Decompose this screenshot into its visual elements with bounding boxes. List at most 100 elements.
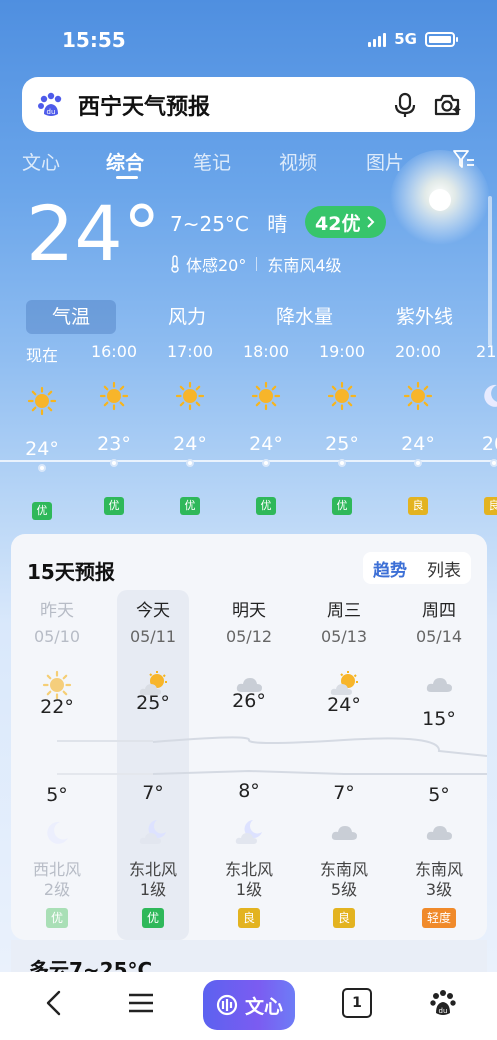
wind-level: 1级 bbox=[235, 880, 263, 899]
wenxin-button[interactable]: 文心 bbox=[203, 980, 295, 1030]
wind-level: 5级 bbox=[330, 880, 358, 899]
menu-icon[interactable] bbox=[126, 988, 156, 1018]
tab-count: 1 bbox=[342, 988, 372, 1018]
day-aqi-badge: 良 bbox=[237, 908, 261, 928]
thermometer-icon bbox=[171, 255, 179, 273]
bottom-navigation: 文心 1 du bbox=[0, 972, 497, 1040]
aqi-badge[interactable]: 42优 bbox=[305, 206, 387, 238]
moon-cloud-icon bbox=[113, 818, 193, 848]
day-header: 明天 05/12 bbox=[209, 596, 289, 700]
status-indicators: 5G bbox=[368, 30, 458, 48]
hourly-item: 17:00 24° 优 bbox=[160, 342, 220, 515]
cloud-icon bbox=[399, 818, 479, 848]
back-icon[interactable] bbox=[40, 988, 70, 1018]
temperature-range: 7~25°C bbox=[170, 212, 249, 236]
hourly-item: 18:00 24° 优 bbox=[236, 342, 296, 515]
sun-icon bbox=[99, 381, 129, 411]
microphone-icon[interactable] bbox=[391, 91, 419, 119]
sun-icon bbox=[251, 381, 281, 411]
hour-temperature: 24° bbox=[401, 433, 435, 455]
hourly-forecast[interactable]: 现在 24° 优 16:00 23° 优 17:00 24° 优 18:00 2… bbox=[0, 342, 497, 522]
day-header: 今天 05/11 bbox=[113, 596, 193, 700]
hour-point bbox=[338, 459, 346, 467]
baidu-home-icon[interactable]: du bbox=[428, 988, 458, 1018]
tab-all[interactable]: 综合 bbox=[106, 148, 144, 175]
day-wind: 西北风 2级 bbox=[17, 860, 97, 900]
day-header: 周三 05/13 bbox=[304, 596, 384, 700]
tabs-button[interactable]: 1 bbox=[342, 988, 372, 1018]
search-box[interactable]: du 西宁天气预报 bbox=[22, 77, 475, 132]
network-type: 5G bbox=[394, 30, 417, 48]
metric-tab-temperature[interactable]: 气温 bbox=[26, 300, 116, 334]
feels-like-row: 体感20° 东南风4级 bbox=[170, 252, 342, 276]
day-name: 明天 bbox=[232, 601, 266, 621]
wind-level: 1级 bbox=[139, 880, 167, 899]
chevron-right-icon bbox=[367, 216, 375, 228]
tab-notes[interactable]: 笔记 bbox=[193, 148, 231, 175]
status-bar: 15:55 5G bbox=[0, 0, 497, 70]
wind-direction: 东南风 bbox=[319, 860, 368, 879]
wind-level: 2级 bbox=[43, 880, 71, 899]
day-low-temp: 8° bbox=[238, 780, 260, 802]
day-name: 周三 bbox=[327, 601, 361, 621]
signal-icon bbox=[368, 31, 387, 47]
hour-aqi-badge: 优 bbox=[256, 497, 276, 515]
day-aqi-badge: 优 bbox=[141, 908, 165, 928]
day-low-temp: 7° bbox=[142, 782, 164, 804]
camera-search-icon[interactable] bbox=[433, 91, 461, 119]
sun-icon bbox=[175, 381, 205, 411]
cloud-icon bbox=[423, 670, 455, 700]
hour-time: 20:00 bbox=[394, 342, 442, 361]
hour-point bbox=[110, 459, 118, 467]
day-date: 05/14 bbox=[415, 627, 463, 646]
search-query[interactable]: 西宁天气预报 bbox=[78, 89, 377, 121]
hour-time: 现在 bbox=[25, 346, 58, 365]
wind-direction: 西北风 bbox=[32, 860, 81, 879]
hour-aqi-badge: 良 bbox=[484, 497, 497, 515]
wenxin-logo-icon bbox=[216, 994, 238, 1016]
forecast-card: 15天预报 趋势 列表 昨天 05/10 22° 5° 西北风 2级 优 今天 … bbox=[11, 534, 487, 940]
metric-tab-precipitation[interactable]: 降水量 bbox=[276, 300, 333, 334]
day-wind: 东北风 1级 bbox=[113, 860, 193, 900]
feels-like: 体感20° bbox=[186, 256, 247, 275]
day-low-temp: 5° bbox=[46, 784, 68, 806]
hour-time: 18:00 bbox=[242, 342, 290, 361]
sun-icon bbox=[27, 386, 57, 416]
day-wind: 东北风 1级 bbox=[209, 860, 289, 900]
metric-tab-wind[interactable]: 风力 bbox=[168, 300, 206, 334]
hourly-item: 20:00 24° 良 bbox=[388, 342, 448, 515]
hourly-item: 19:00 25° 优 bbox=[312, 342, 372, 515]
wind-level: 3级 bbox=[425, 880, 453, 899]
day-date: 05/10 bbox=[33, 627, 81, 646]
day-wind: 东南风 5级 bbox=[304, 860, 384, 900]
day-name: 今天 bbox=[136, 601, 170, 621]
hour-aqi-badge: 优 bbox=[180, 497, 200, 515]
hour-temperature: 24° bbox=[173, 433, 207, 455]
battery-icon bbox=[425, 31, 458, 47]
day-aqi-badge: 优 bbox=[45, 908, 69, 928]
cloud-icon bbox=[304, 818, 384, 848]
hour-aqi-badge: 优 bbox=[104, 497, 124, 515]
day-high-temp: 26° bbox=[232, 690, 266, 712]
tab-wenxin[interactable]: 文心 bbox=[22, 148, 60, 175]
tab-video[interactable]: 视频 bbox=[279, 148, 317, 175]
wenxin-label: 文心 bbox=[244, 995, 283, 1018]
day-name: 周四 bbox=[422, 601, 456, 621]
baidu-paw-icon: du bbox=[38, 92, 62, 116]
hour-time: 19:00 bbox=[318, 342, 366, 361]
hour-temperature: 25° bbox=[325, 433, 359, 455]
hour-temperature: 24° bbox=[249, 433, 283, 455]
svg-text:du: du bbox=[47, 108, 56, 116]
day-aqi-badge: 良 bbox=[332, 908, 356, 928]
active-tab-indicator bbox=[116, 176, 138, 179]
hourly-item: 现在 24° 优 bbox=[12, 342, 72, 520]
day-date: 05/11 bbox=[129, 627, 177, 646]
hour-temperature: 24° bbox=[25, 438, 59, 460]
day-date: 05/12 bbox=[225, 627, 273, 646]
hour-aqi-badge: 良 bbox=[408, 497, 428, 515]
current-wind: 东南风4级 bbox=[267, 256, 342, 275]
metric-tab-uv[interactable]: 紫外线 bbox=[396, 300, 453, 334]
metric-tabs: 气温 风力 降水量 紫外线 bbox=[26, 300, 496, 334]
day-high-temp: 24° bbox=[327, 694, 361, 716]
hour-time: 17:00 bbox=[166, 342, 214, 361]
